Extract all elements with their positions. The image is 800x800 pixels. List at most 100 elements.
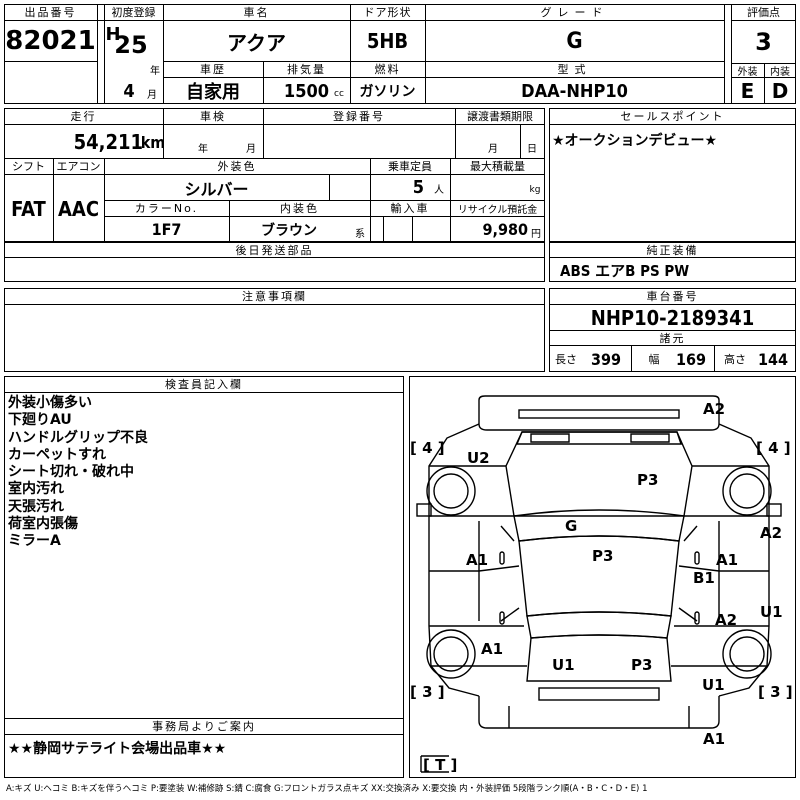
mark-p3-hood: P3: [637, 471, 659, 489]
capacity-value: 5: [412, 177, 424, 198]
displacement-label: 排気量: [287, 63, 326, 76]
rule: [329, 174, 330, 200]
rule: [4, 734, 404, 735]
mark-a1-bottom: A1: [703, 730, 726, 748]
chassis-label: 車台番号: [646, 290, 699, 303]
reg-no-label: 登録番号: [333, 110, 385, 123]
rule: [383, 216, 384, 242]
recycle-label: リサイクル預託金: [457, 204, 538, 216]
max-load-label: 最大積載量: [470, 160, 525, 173]
rule: [4, 392, 404, 393]
km-unit: km: [142, 132, 164, 152]
sales-point-label: セールスポイント: [620, 110, 725, 123]
rule: [4, 61, 97, 62]
first-reg-label: 初度登録: [111, 6, 156, 19]
genuine-label: 純正装備: [646, 243, 699, 257]
interior-value: D: [771, 79, 789, 103]
width-label: 幅: [648, 353, 660, 366]
mark-a2-right: A2: [760, 524, 783, 542]
rule: [4, 124, 545, 125]
shift-value: FAT: [11, 196, 46, 221]
grade-label: グレード: [540, 6, 609, 19]
int-color-label: 内装色: [280, 202, 319, 215]
model-label: 型式: [557, 63, 592, 76]
ext-color-value: シルバー: [184, 179, 249, 199]
genuine-value: ABS エアB PS PW: [560, 261, 690, 280]
yen-unit: 円: [531, 228, 541, 240]
note-line: 外装小傷多い: [8, 395, 92, 411]
length-label: 長さ: [555, 353, 577, 366]
insp-month-unit: 月: [246, 143, 256, 155]
year-value: 25: [114, 32, 148, 58]
rule: [731, 20, 796, 21]
kg-unit: kg: [529, 185, 541, 195]
mark-tire-fr: [ 4 ]: [756, 439, 791, 457]
sales-point-value: ★オークションデビュー★: [552, 133, 718, 149]
rule: [4, 304, 545, 305]
cc-unit: cc: [334, 89, 344, 99]
mark-a2-top: A2: [703, 400, 726, 418]
kei-unit: 系: [355, 228, 365, 240]
color-no-value: 1F7: [151, 220, 182, 239]
length-value: 399: [590, 349, 622, 369]
history-label: 車歴: [200, 63, 226, 76]
mark-b1: B1: [693, 569, 715, 587]
note-line: 天張汚れ: [8, 498, 64, 515]
note-line: 室内汚れ: [8, 481, 64, 498]
int-color-value: ブラウン: [261, 222, 317, 239]
rule: [714, 345, 715, 372]
month-value: 4: [123, 80, 135, 102]
sales-point-box: [549, 108, 796, 242]
fuel-value: ガソリン: [359, 84, 416, 100]
lot-no-value: 82021: [5, 26, 96, 56]
score-label: 評価点: [747, 6, 780, 19]
rule: [549, 345, 796, 346]
specs-label: 諸元: [659, 331, 686, 345]
note-line: シート切れ・破れ中: [8, 464, 134, 481]
ext-color-label: 外装色: [217, 160, 257, 173]
history-value: 自家用: [186, 82, 240, 103]
grade-value: G: [566, 28, 583, 54]
mileage-label: 走行: [70, 110, 97, 123]
aircon-label: エアコン: [56, 160, 101, 173]
recycle-value: 9,980: [482, 220, 528, 239]
import-label: 輸入車: [390, 202, 430, 215]
fuel-label: 燃料: [374, 63, 401, 76]
inspection-label: 車検: [200, 110, 226, 123]
transfer-label: 譲渡書類期限: [467, 110, 533, 123]
exterior-label: 外装: [737, 66, 758, 78]
note-line: ハンドルグリップ不良: [8, 429, 148, 446]
mark-tire-rr: [ 3 ]: [758, 683, 793, 701]
height-value: 144: [757, 349, 789, 369]
later-parts-label: 後日発送部品: [235, 243, 314, 257]
office-note: ★★静岡サテライト会場出品車★★: [8, 741, 227, 757]
transfer-month-unit: 月: [488, 143, 498, 155]
exterior-value: E: [740, 79, 755, 103]
mark-a1-rear-left: A1: [481, 640, 504, 658]
rule: [520, 124, 521, 158]
width-value: 169: [675, 349, 707, 369]
year-unit: 年: [150, 65, 160, 77]
interior-label: 内装: [770, 66, 790, 78]
chassis-value: NHP10-2189341: [590, 305, 755, 330]
person-unit: 人: [434, 184, 444, 196]
note-line: 下廻りAU: [8, 412, 72, 429]
rule: [631, 345, 632, 372]
model-value: DAA-NHP10: [521, 80, 628, 102]
note-line: ミラーA: [8, 533, 61, 550]
caution-label: 注意事項欄: [242, 290, 307, 303]
transfer-day-unit: 日: [527, 143, 537, 155]
car-diagram: [416, 395, 782, 773]
legend-text: A:キズ U:ヘコミ B:キズを伴うヘコミ P:要塗装 W:補修跡 S:錆 C:…: [6, 784, 648, 794]
inspector-label: 検査員記入欄: [165, 378, 243, 391]
mark-u1-rear: U1: [552, 656, 575, 674]
mileage-value: 54,211: [73, 130, 143, 154]
color-no-label: カラーNo.: [134, 202, 199, 215]
rule: [412, 216, 413, 242]
mark-u1-right: U1: [760, 603, 783, 621]
mark-p3-trunk: P3: [631, 656, 653, 674]
rule: [97, 4, 98, 104]
note-line: 荷室内張傷: [8, 516, 78, 533]
rule: [549, 124, 796, 125]
rule: [4, 257, 545, 258]
